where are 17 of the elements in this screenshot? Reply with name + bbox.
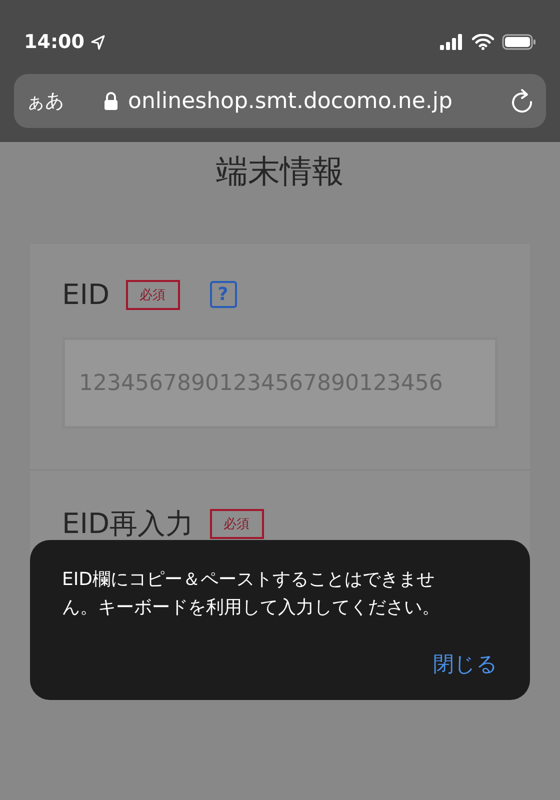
- dialog-message: EID欄にコピー＆ペーストすることはできません。キーボードを利用して入力してください。: [62, 568, 441, 620]
- clock-time: 14:00: [24, 31, 84, 53]
- field-label: EID: [62, 278, 110, 311]
- close-button[interactable]: 閉じる: [433, 650, 498, 678]
- text-size-button[interactable]: ぁあ: [26, 88, 64, 114]
- address-bar[interactable]: ぁあ onlineshop.smt.docomo.ne.jp: [14, 74, 546, 128]
- lock-icon: [104, 91, 118, 111]
- reload-icon[interactable]: [510, 88, 534, 114]
- location-arrow-icon: [90, 34, 106, 50]
- battery-icon: [502, 34, 536, 50]
- page-title: 端末情報: [216, 151, 344, 192]
- url-text: onlineshop.smt.docomo.ne.jp: [128, 88, 452, 114]
- required-badge: 必須: [210, 509, 264, 539]
- wifi-icon: [472, 34, 494, 50]
- field-label: EID再入力: [62, 506, 194, 542]
- signal-icon: [440, 34, 464, 50]
- required-badge: 必須: [126, 280, 180, 310]
